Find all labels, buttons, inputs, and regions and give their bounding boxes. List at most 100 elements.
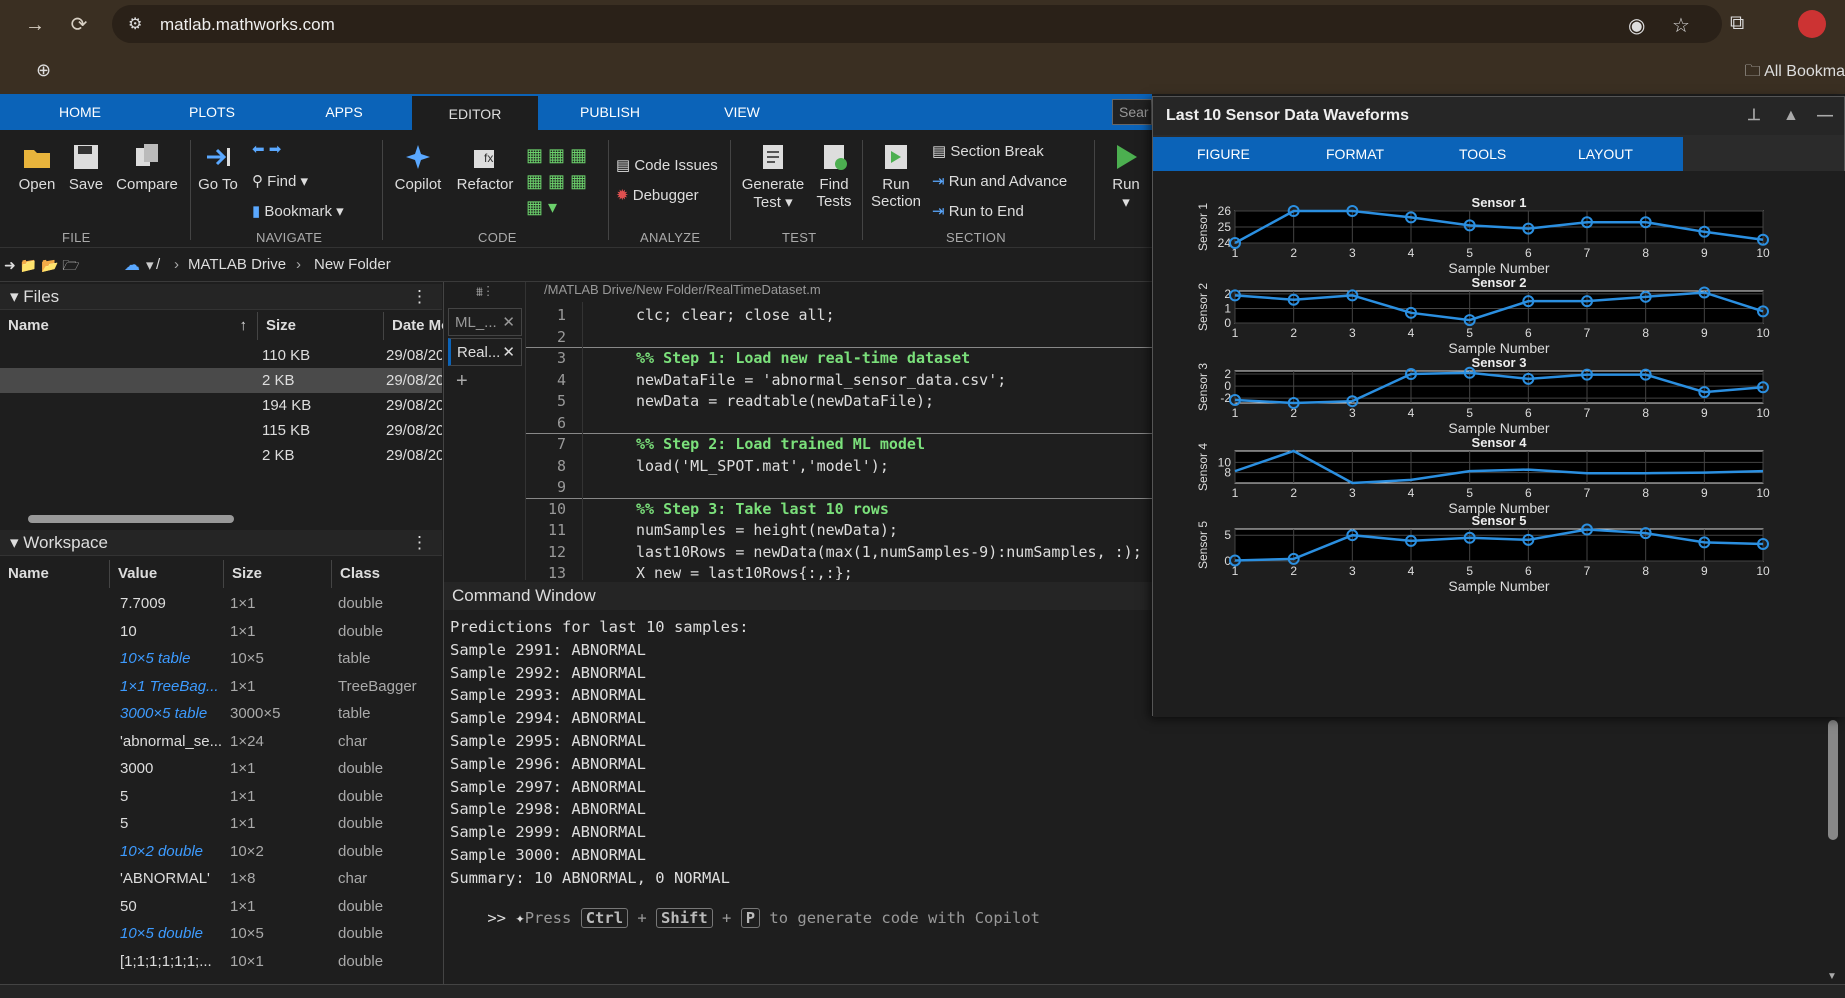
path-drive[interactable]: MATLAB Drive xyxy=(188,256,286,273)
scroll-thumb[interactable] xyxy=(1828,720,1838,840)
file-row[interactable]: ▭ abnormal_sensor_data.csv110 KB29/08/20 xyxy=(0,343,442,368)
workspace-row[interactable]: newDataF...'abnormal_se...1×24char xyxy=(0,728,442,756)
workspace-row[interactable]: state'ABNORMAL'1×8char xyxy=(0,865,442,893)
goto-button[interactable]: Go To xyxy=(196,142,240,193)
ws-col-class[interactable]: Class xyxy=(332,560,444,588)
doc-tab-realtime[interactable]: Real... ✕ xyxy=(448,338,522,366)
collapse-icon[interactable]: ▾ xyxy=(10,533,23,552)
file-row[interactable]: ▤ RealTimeDataset.m2 KB29/08/20 xyxy=(0,443,442,468)
path-root[interactable]: / xyxy=(156,256,160,273)
path-folder[interactable]: New Folder xyxy=(314,256,391,273)
ws-col-name[interactable]: Name xyxy=(0,560,110,588)
section-break-button[interactable]: ▤ Section Break xyxy=(932,142,1044,160)
workspace-row[interactable]: abnormal...7.70091×1double xyxy=(0,590,442,618)
eye-off-icon[interactable]: ◉ xyxy=(1628,13,1645,38)
tab-plots[interactable]: PLOTS xyxy=(172,94,252,130)
tab-publish[interactable]: PUBLISH xyxy=(570,94,650,130)
forward-icon[interactable]: → xyxy=(20,10,50,40)
tab-view[interactable]: VIEW xyxy=(702,94,782,130)
fig-tab-layout[interactable]: LAYOUT xyxy=(1578,137,1633,171)
all-bookmarks[interactable]: 🗀 All Bookma xyxy=(1745,60,1845,87)
workspace-row[interactable]: model1×1 TreeBag...1×1TreeBagger xyxy=(0,673,442,701)
copilot-button[interactable]: Copilot xyxy=(390,142,446,193)
files-col-name[interactable]: Name ↑ xyxy=(0,312,258,340)
code-editor[interactable]: /MATLAB Drive/New Folder/RealTimeDataset… xyxy=(526,282,1152,580)
run-section-button[interactable]: Run Section xyxy=(868,142,924,210)
workspace-row[interactable]: last10Rows10×5 table10×5table xyxy=(0,645,442,673)
reload-icon[interactable]: ⟳ xyxy=(64,10,94,40)
workspace-row[interactable]: Y_pred[1;1;1;1;1;1;...10×1double xyxy=(0,948,442,976)
refactor-button[interactable]: fx Refactor xyxy=(452,142,518,193)
scroll-thumb[interactable] xyxy=(28,515,234,523)
var-value[interactable]: 10×2 double xyxy=(120,843,222,860)
collapse-icon[interactable]: ▾ xyxy=(10,287,23,306)
fig-tab-format[interactable]: FORMAT xyxy=(1326,137,1384,171)
find-tests-button[interactable]: Find Tests xyxy=(812,142,856,210)
code-issues-button[interactable]: ▤ Code Issues xyxy=(616,156,718,174)
code-line[interactable]: last10Rows = newData(max(1,numSamples-9)… xyxy=(636,543,1142,561)
workspace-row[interactable]: i101×1double xyxy=(0,618,442,646)
search-input[interactable]: Sear xyxy=(1112,99,1152,125)
close-icon[interactable]: ✕ xyxy=(502,309,515,337)
ws-col-value[interactable]: Value xyxy=(110,560,224,588)
var-value[interactable]: 3000×5 table xyxy=(120,705,222,722)
pin-icon[interactable]: ⊥ xyxy=(1747,97,1761,135)
run-advance-button[interactable]: ⇥ Run and Advance xyxy=(932,172,1067,190)
tab-home[interactable]: HOME xyxy=(40,94,120,130)
files-panel-header[interactable]: ▾ Files ⋮ xyxy=(0,284,442,310)
workspace-row[interactable]: numSens...51×1double xyxy=(0,783,442,811)
debugger-button[interactable]: ✹ Debugger xyxy=(616,186,699,204)
code-line[interactable]: newDataFile = 'abnormal_sensor_data.csv'… xyxy=(636,371,1006,389)
files-col-date[interactable]: Date Mo xyxy=(384,312,444,340)
bookmark-button[interactable]: ▮ Bookmark ▾ xyxy=(252,202,344,220)
scroll-down-icon[interactable]: ▼ xyxy=(1827,971,1837,982)
code-line[interactable]: %% Step 2: Load trained ML model xyxy=(636,435,925,453)
find-button[interactable]: ⚲ Find ▾ xyxy=(252,172,308,190)
var-value[interactable]: 1×1 TreeBag... xyxy=(120,678,222,695)
fig-tab-tools[interactable]: TOOLS xyxy=(1459,137,1506,171)
code-line[interactable]: numSamples = height(newData); xyxy=(636,521,898,539)
code-line[interactable]: %% Step 3: Take last 10 rows xyxy=(636,500,889,518)
run-to-end-button[interactable]: ⇥ Run to End xyxy=(932,202,1024,220)
generate-test-button[interactable]: Generate Test ▾ xyxy=(738,142,808,211)
back-forward-icon[interactable]: ⬅ ➡ xyxy=(252,140,281,158)
extensions-icon[interactable]: ⧉ xyxy=(1730,12,1744,35)
new-tab-icon[interactable]: + xyxy=(456,370,468,393)
fig-tab-figure[interactable]: FIGURE xyxy=(1197,137,1250,171)
open-button[interactable]: Open xyxy=(16,142,58,193)
files-col-size[interactable]: Size xyxy=(258,312,384,340)
code-line[interactable]: load('ML_SPOT.mat','model'); xyxy=(636,457,889,475)
workspace-row[interactable]: X_new10×5 double10×5double xyxy=(0,920,442,948)
var-value[interactable]: 10×5 double xyxy=(120,925,222,942)
doc-tab-ml-spot[interactable]: ML_... ✕ xyxy=(448,308,522,336)
save-button[interactable]: Save xyxy=(66,142,106,193)
workspace-row[interactable]: s51×1double xyxy=(0,810,442,838)
file-row[interactable]: ▤ ML_SPOT.m2 KB29/08/20 xyxy=(0,368,442,393)
code-tools-icon[interactable]: ▦ ▦ ▦ ▦ ▦ ▦ ▦ ▾ xyxy=(526,142,600,222)
maximize-icon[interactable]: ▲ xyxy=(1783,97,1799,135)
tab-editor[interactable]: EDITOR xyxy=(412,94,538,130)
compare-button[interactable]: Compare xyxy=(114,142,180,193)
code-line[interactable]: X_new = last10Rows{:,:}; xyxy=(636,564,853,580)
file-row[interactable]: ▭ normal_sensor_data.csv115 KB29/08/20 xyxy=(0,418,442,443)
file-row[interactable]: ▭ ML_SPOT.mat194 KB29/08/20 xyxy=(0,393,442,418)
workspace-row[interactable]: numSam...30001×1double xyxy=(0,755,442,783)
tab-apps[interactable]: APPS xyxy=(304,94,384,130)
workspace-row[interactable]: threshold501×1double xyxy=(0,893,442,921)
minimize-icon[interactable]: — xyxy=(1817,97,1833,135)
close-icon[interactable]: ✕ xyxy=(502,339,515,367)
address-bar[interactable]: ⚙ matlab.mathworks.com ◉ ☆ xyxy=(112,5,1722,43)
var-value[interactable]: 10×5 table xyxy=(120,650,222,667)
code-line[interactable]: clc; clear; close all; xyxy=(636,306,835,324)
tab-menu-icon[interactable]: ⩩ ⋮ xyxy=(476,284,490,300)
code-line[interactable]: newData = readtable(newDataFile); xyxy=(636,392,934,410)
files-hscrollbar[interactable] xyxy=(8,514,438,524)
more-options-icon[interactable]: ⋮ xyxy=(411,284,428,310)
command-prompt-line[interactable]: >> ✦Press Ctrl + Shift + P to generate c… xyxy=(450,890,1040,946)
ws-col-size[interactable]: Size xyxy=(224,560,332,588)
more-options-icon[interactable]: ⋮ xyxy=(411,530,428,556)
workspace-row[interactable]: scores10×2 double10×2double xyxy=(0,838,442,866)
code-line[interactable]: %% Step 1: Load new real-time dataset xyxy=(636,349,970,367)
star-icon[interactable]: ☆ xyxy=(1672,13,1690,38)
workspace-panel-header[interactable]: ▾ Workspace ⋮ xyxy=(0,530,442,556)
